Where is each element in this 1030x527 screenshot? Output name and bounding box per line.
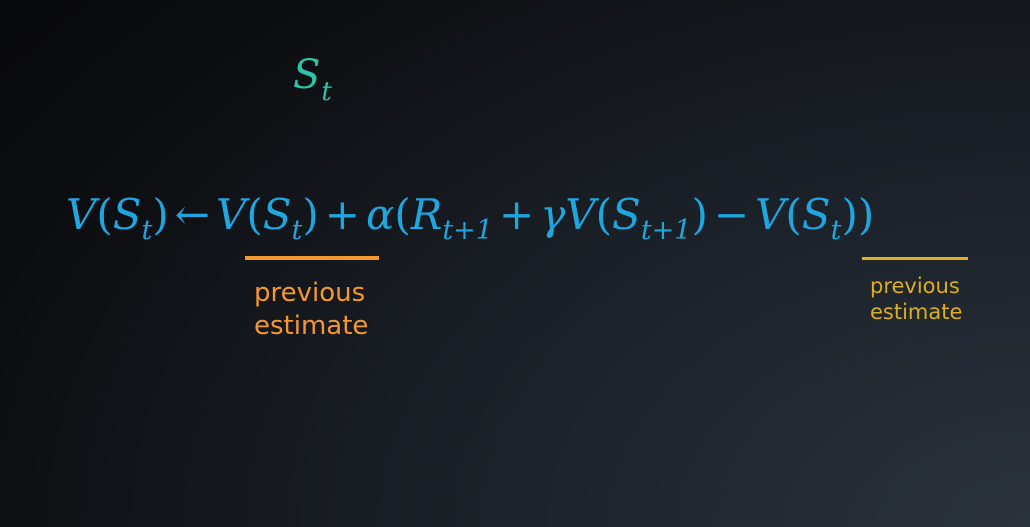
term2-state: S bbox=[612, 190, 641, 239]
term2-open-paren: ( bbox=[595, 190, 613, 239]
minus-sign: − bbox=[713, 190, 750, 239]
close-paren: ) bbox=[857, 190, 875, 239]
term3-value-fn: V bbox=[755, 190, 786, 239]
term1-open-paren: ( bbox=[246, 190, 263, 239]
term1-value-fn: V bbox=[215, 190, 247, 239]
lhs-value-fn: V bbox=[66, 190, 97, 239]
term3-state-sub: t bbox=[830, 215, 842, 246]
plus-sign-2: + bbox=[498, 190, 535, 239]
gamma-symbol: γ bbox=[540, 190, 566, 239]
term2-value-fn: V bbox=[565, 190, 596, 239]
previous-estimate-underline-left bbox=[245, 256, 379, 260]
lhs-state: S bbox=[112, 190, 142, 239]
slide: St V(St) ← V(St) + α(Rt+1 + γV(St+1) − V(St)) pr… bbox=[0, 0, 1030, 527]
term3-open-paren: ( bbox=[785, 190, 802, 239]
open-paren: ( bbox=[394, 190, 411, 239]
state-subscript: t bbox=[321, 77, 332, 107]
reward-sub: t+1 bbox=[442, 215, 493, 246]
note-right-line2: estimate bbox=[870, 300, 963, 325]
plus-sign-1: + bbox=[324, 190, 360, 239]
note-left-line2: estimate bbox=[254, 310, 369, 341]
note-right-line1: previous bbox=[870, 274, 960, 298]
note-left-line1: previous bbox=[254, 278, 366, 308]
term1-state-sub: t bbox=[291, 215, 303, 246]
term2-state-sub: t+1 bbox=[640, 215, 692, 246]
assign-arrow: ← bbox=[174, 190, 210, 239]
state-symbol: S bbox=[293, 52, 321, 98]
term2-close-paren: ) bbox=[691, 190, 708, 239]
lhs-close-paren: ) bbox=[152, 190, 169, 239]
reward-symbol: R bbox=[410, 190, 443, 239]
term1-state: S bbox=[262, 190, 292, 239]
lhs-open-paren: ( bbox=[96, 190, 113, 239]
state-label: St bbox=[293, 52, 332, 105]
lhs-state-sub: t bbox=[141, 215, 153, 246]
term3-close-paren: ) bbox=[841, 190, 858, 239]
previous-estimate-label-left: previous estimate bbox=[254, 277, 368, 342]
alpha-symbol: α bbox=[365, 190, 395, 239]
td-update-equation: V(St) ← V(St) + α(Rt+1 + γV(St+1) − V(St)) bbox=[66, 194, 874, 245]
term1-close-paren: ) bbox=[302, 190, 319, 239]
previous-estimate-underline-right bbox=[862, 257, 968, 260]
previous-estimate-label-right: previous estimate bbox=[870, 273, 962, 326]
term3-state: S bbox=[801, 190, 831, 239]
